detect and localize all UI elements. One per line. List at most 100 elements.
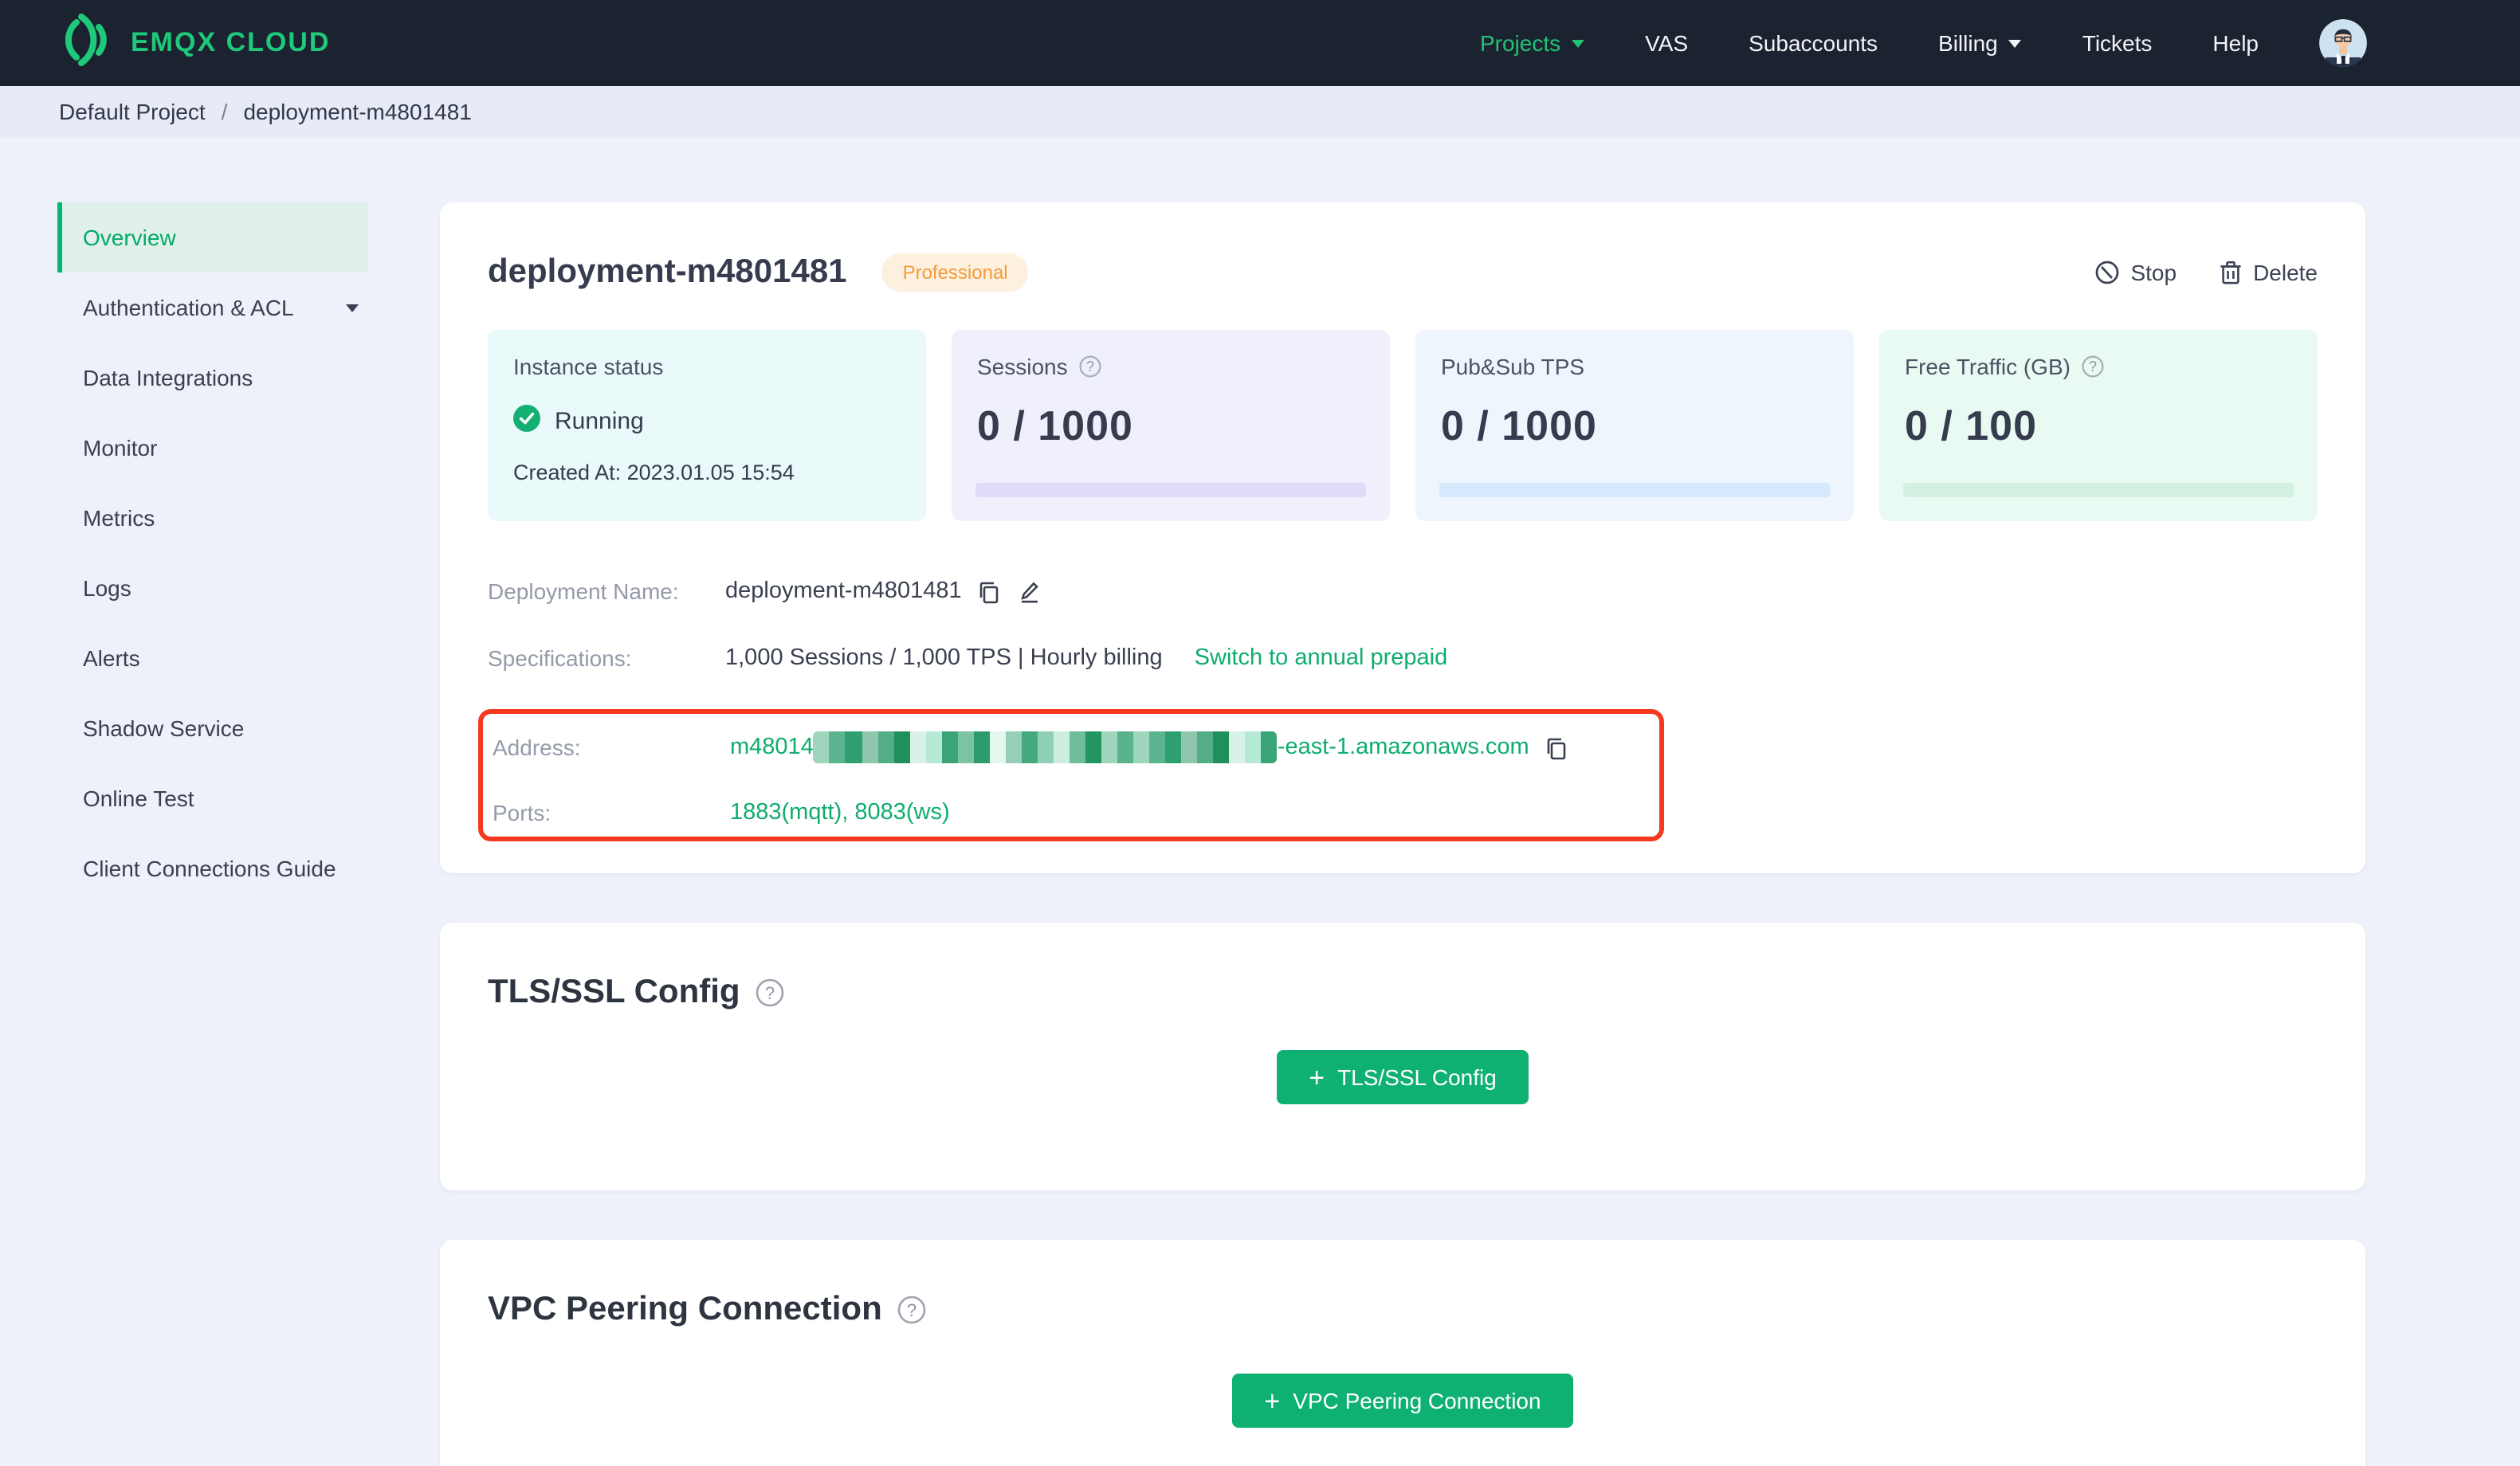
sidebar-item-label: Data Integrations — [83, 365, 253, 390]
tls-ssl-card: TLS/SSL Config ? + TLS/SSL Config — [440, 923, 2365, 1190]
svg-text:?: ? — [765, 983, 775, 1003]
nav-item-help[interactable]: Help — [2212, 30, 2259, 56]
nav-item-vas[interactable]: VAS — [1645, 30, 1688, 56]
pubsub-tps-value: 0 / 1000 — [1441, 402, 1597, 449]
switch-annual-prepaid-link[interactable]: Switch to annual prepaid — [1195, 645, 1448, 671]
add-tls-ssl-config-button[interactable]: + TLS/SSL Config — [1277, 1050, 1529, 1104]
sidebar-item-online-test[interactable]: Online Test — [57, 763, 368, 833]
sidebar-item-label: Alerts — [83, 645, 140, 671]
delete-button[interactable]: Delete — [2218, 260, 2318, 285]
address-redaction — [813, 731, 1278, 763]
stop-icon — [2094, 260, 2119, 285]
nav-item-label: Projects — [1480, 30, 1561, 56]
chevron-down-icon — [346, 304, 359, 312]
copy-icon[interactable] — [978, 579, 1002, 603]
sidebar-item-monitor[interactable]: Monitor — [57, 413, 368, 483]
pubsub-tps-progressbar — [1439, 483, 1830, 497]
sidebar-item-label: Overview — [83, 225, 176, 250]
free-traffic-progressbar — [1903, 483, 2294, 497]
check-circle-icon — [513, 405, 540, 438]
nav-menu: Projects VAS Subaccounts Billing Tickets Help — [1480, 30, 2259, 56]
plus-icon: + — [1264, 1386, 1281, 1416]
sessions-value: 0 / 1000 — [977, 402, 1133, 449]
add-vpc-peering-button[interactable]: + VPC Peering Connection — [1232, 1374, 1573, 1428]
help-icon[interactable]: ? — [1079, 355, 1101, 378]
brand-logo[interactable]: EMQX CLOUD — [57, 10, 330, 76]
free-traffic-value: 0 / 100 — [1905, 402, 2038, 449]
sidebar: Overview Authentication & ACL Data Integra… — [0, 137, 398, 1466]
sidebar-item-label: Authentication & ACL — [83, 295, 294, 320]
edit-icon[interactable] — [1018, 579, 1042, 603]
instance-status-card: Instance status Running Created At: 2023… — [488, 330, 926, 521]
sidebar-item-label: Logs — [83, 575, 131, 601]
help-icon[interactable]: ? — [756, 978, 785, 1007]
sidebar-item-authentication-acl[interactable]: Authentication & ACL — [57, 272, 368, 343]
sidebar-item-logs[interactable]: Logs — [57, 553, 368, 623]
breadcrumb-separator: / — [221, 99, 228, 124]
instance-status-label: Instance status — [513, 354, 664, 379]
copy-icon[interactable] — [1545, 735, 1569, 759]
sidebar-item-client-connections-guide[interactable]: Client Connections Guide — [57, 833, 368, 904]
sidebar-item-metrics[interactable]: Metrics — [57, 483, 368, 553]
main-content: deployment-m4801481 Professional Stop De… — [398, 137, 2520, 1466]
help-icon[interactable]: ? — [2082, 355, 2104, 378]
nav-item-billing[interactable]: Billing — [1938, 30, 2022, 56]
top-navbar: EMQX CLOUD Projects VAS Subaccounts Billing… — [0, 0, 2520, 86]
address-label: Address: — [493, 735, 581, 760]
specifications-row: Specifications: 1,000 Sessions / 1,000 T… — [488, 642, 2318, 674]
sidebar-item-label: Shadow Service — [83, 715, 245, 741]
pubsub-tps-label: Pub&Sub TPS — [1441, 354, 1585, 379]
deployment-title: deployment-m4801481 — [488, 253, 847, 290]
breadcrumb: Default Project / deployment-m4801481 — [0, 86, 2520, 137]
deployment-name-row: Deployment Name: deployment-m4801481 — [488, 575, 2318, 607]
pubsub-tps-card: Pub&Sub TPS 0 / 1000 — [1415, 330, 1854, 521]
delete-label: Delete — [2253, 260, 2318, 285]
connection-highlight-annotation: Address: m48014 -east-1.amazonaws.com Po… — [478, 709, 1664, 841]
tls-ssl-title: TLS/SSL Config — [488, 974, 740, 1010]
vpc-peering-title: VPC Peering Connection — [488, 1291, 882, 1327]
nav-item-label: Help — [2212, 30, 2259, 56]
nav-item-label: Tickets — [2082, 30, 2153, 56]
breadcrumb-project[interactable]: Default Project — [59, 99, 206, 124]
specifications-label: Specifications: — [488, 645, 632, 671]
stat-cards: Instance status Running Created At: 2023… — [488, 330, 2318, 521]
nav-item-label: Billing — [1938, 30, 1998, 56]
sidebar-item-alerts[interactable]: Alerts — [57, 623, 368, 693]
sidebar-item-overview[interactable]: Overview — [57, 202, 368, 272]
sessions-card: Sessions ? 0 / 1000 — [952, 330, 1390, 521]
vpc-peering-card: VPC Peering Connection ? + VPC Peering C… — [440, 1240, 2365, 1466]
nav-item-label: VAS — [1645, 30, 1689, 56]
nav-item-subaccounts[interactable]: Subaccounts — [1749, 30, 1878, 56]
plan-badge: Professional — [881, 253, 1029, 292]
plus-icon: + — [1309, 1062, 1325, 1092]
chevron-down-icon — [1572, 39, 1585, 47]
stop-label: Stop — [2130, 260, 2177, 285]
sidebar-item-data-integrations[interactable]: Data Integrations — [57, 343, 368, 413]
sidebar-item-label: Client Connections Guide — [83, 856, 336, 881]
ports-value: 1883(mqtt), 8083(ws) — [730, 800, 950, 825]
deployment-actions: Stop Delete — [2094, 260, 2318, 285]
chevron-down-icon — [2008, 39, 2022, 47]
stop-button[interactable]: Stop — [2094, 260, 2177, 285]
svg-text:?: ? — [2089, 359, 2097, 374]
free-traffic-card: Free Traffic (GB) ? 0 / 100 — [1879, 330, 2318, 521]
specifications-value: 1,000 Sessions / 1,000 TPS | Hourly bill… — [725, 645, 1163, 671]
sidebar-item-label: Monitor — [83, 435, 158, 461]
user-avatar[interactable] — [2319, 19, 2367, 67]
address-prefix: m48014 — [730, 735, 814, 760]
free-traffic-label: Free Traffic (GB) — [1905, 354, 2071, 379]
sidebar-item-label: Online Test — [83, 786, 194, 811]
deployment-info: Deployment Name: deployment-m4801481 Spe… — [478, 575, 2318, 841]
instance-status-value: Running — [555, 408, 644, 435]
svg-text:?: ? — [908, 1300, 917, 1320]
ports-label: Ports: — [493, 800, 551, 825]
add-vpc-peering-label: VPC Peering Connection — [1293, 1388, 1541, 1413]
add-tls-ssl-config-label: TLS/SSL Config — [1337, 1064, 1497, 1090]
nav-item-tickets[interactable]: Tickets — [2082, 30, 2153, 56]
trash-icon — [2218, 260, 2242, 285]
help-icon[interactable]: ? — [898, 1295, 927, 1324]
breadcrumb-current: deployment-m4801481 — [243, 99, 472, 124]
sidebar-item-shadow-service[interactable]: Shadow Service — [57, 693, 368, 763]
nav-item-projects[interactable]: Projects — [1480, 30, 1585, 56]
deployment-header: deployment-m4801481 Professional Stop De… — [488, 253, 2318, 292]
